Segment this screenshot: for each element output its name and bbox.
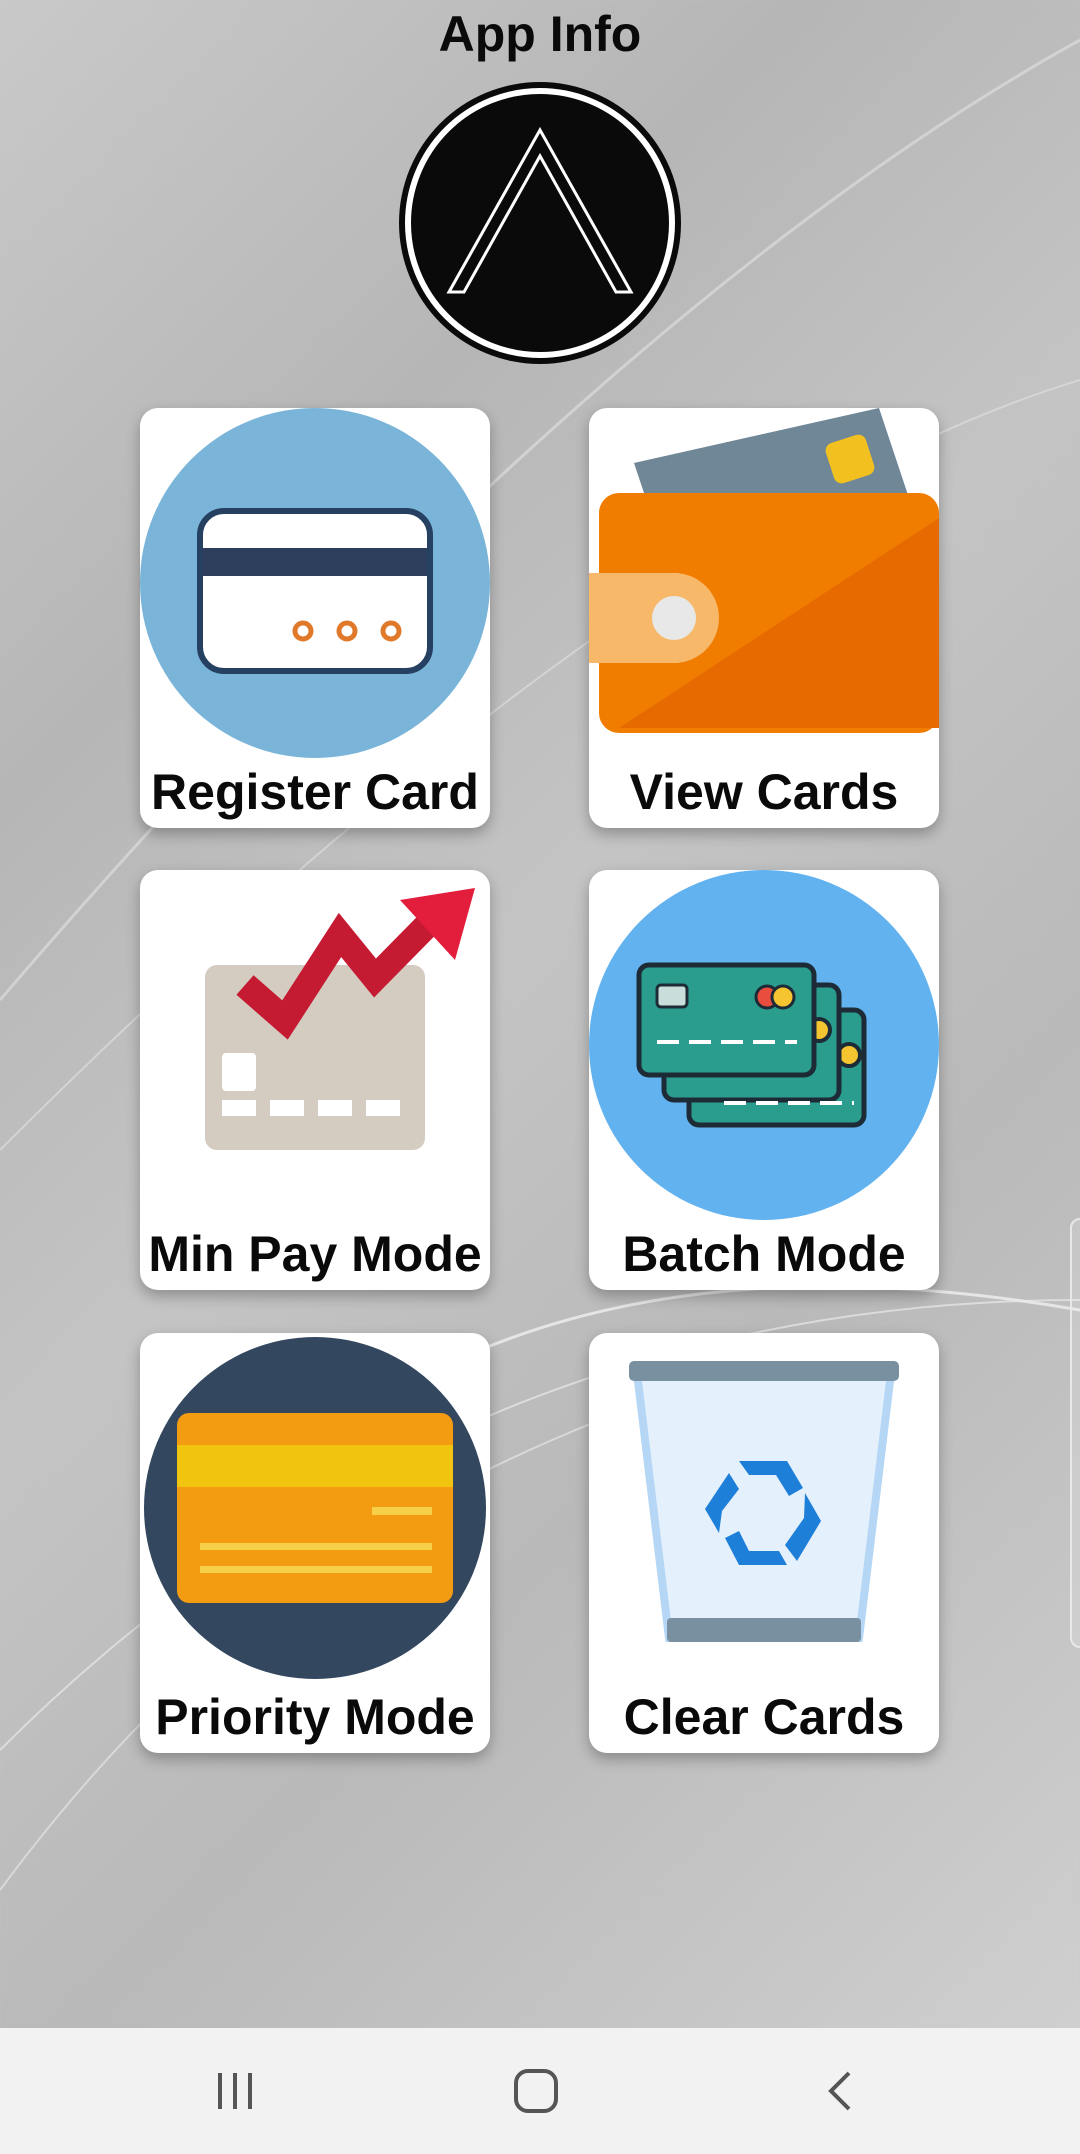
- recent-apps-button[interactable]: [135, 2028, 335, 2154]
- home-icon: [514, 2069, 558, 2113]
- back-button[interactable]: [740, 2028, 940, 2154]
- register-card-button[interactable]: Register Card: [140, 408, 490, 828]
- edge-panel-handle[interactable]: [1070, 1218, 1080, 1648]
- priority-mode-button[interactable]: Priority Mode: [140, 1333, 490, 1753]
- logo-caret-icon[interactable]: [397, 80, 683, 366]
- recycle-bin-icon: [629, 1361, 899, 1642]
- batch-mode-button[interactable]: Batch Mode: [589, 870, 939, 1290]
- clear-cards-button[interactable]: Clear Cards: [589, 1333, 939, 1753]
- stacked-cards-icon: [589, 870, 939, 1220]
- card-trend-up-icon: [205, 888, 475, 1150]
- home-button[interactable]: [436, 2028, 636, 2154]
- system-navigation-bar: [0, 2028, 1080, 2154]
- gold-card-icon: [144, 1337, 486, 1679]
- tile-label: Batch Mode: [622, 1226, 906, 1282]
- tile-label: Min Pay Mode: [148, 1226, 482, 1282]
- tile-label: Register Card: [151, 764, 479, 820]
- wallet-icon: [589, 408, 939, 733]
- page-title: App Info: [438, 6, 642, 62]
- tile-label: View Cards: [629, 764, 899, 820]
- credit-card-icon: [140, 408, 490, 758]
- tile-label: Priority Mode: [155, 1689, 475, 1745]
- back-icon: [828, 2071, 851, 2111]
- view-cards-button[interactable]: View Cards: [589, 408, 939, 828]
- min-pay-mode-button[interactable]: Min Pay Mode: [140, 870, 490, 1290]
- tile-label: Clear Cards: [623, 1689, 905, 1745]
- recent-apps-icon: [218, 2073, 252, 2109]
